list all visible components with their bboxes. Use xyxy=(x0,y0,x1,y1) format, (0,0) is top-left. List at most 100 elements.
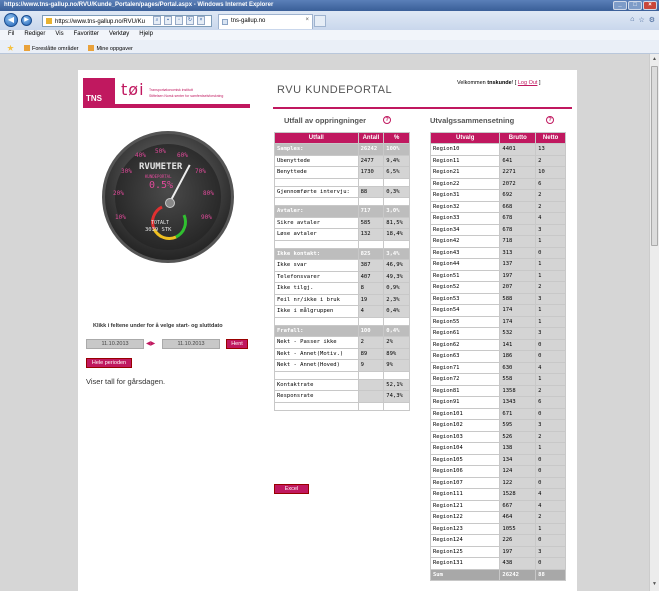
table-cell: Responsrate xyxy=(274,390,359,403)
table-cell: Kontaktrate xyxy=(274,378,359,391)
home-icon[interactable]: ⌂ xyxy=(630,16,634,24)
table-cell: 1358 xyxy=(499,384,537,397)
favorites-star-icon[interactable]: ☆ xyxy=(638,16,644,24)
table-cell: 174 xyxy=(499,304,537,317)
menu-favorites[interactable]: Favoritter xyxy=(74,31,99,40)
hele-perioden-button[interactable]: Hele perioden xyxy=(86,358,132,368)
help-icon[interactable]: ? xyxy=(546,116,554,124)
table-cell: 138 xyxy=(499,442,537,455)
favorites-star-icon[interactable] xyxy=(7,44,14,51)
table-row: Region52 207 2 xyxy=(429,281,566,294)
table-cell: 0 xyxy=(535,350,566,363)
window-titlebar: https://www.tns-gallup.no/RVU/Kunde_Port… xyxy=(0,0,659,11)
scroll-down-icon[interactable]: ▼ xyxy=(651,581,658,589)
address-text: https://www.tns-gallup.no/RVU/Ku xyxy=(55,19,145,25)
help-icon[interactable]: ? xyxy=(383,116,391,124)
forward-button[interactable]: ▶ xyxy=(21,15,32,26)
table-row: Nekt - Annet(Hoved) 9 9% xyxy=(274,359,410,372)
maximize-button[interactable]: □ xyxy=(628,1,642,10)
period-info: Viser tall for gårsdagen. xyxy=(86,377,166,386)
stop-icon[interactable]: × xyxy=(197,16,205,25)
table-cell: 197 xyxy=(499,269,537,282)
excel-export-button[interactable]: Excel xyxy=(274,484,309,494)
table-cell: Region21 xyxy=(429,166,501,179)
table-cell: 0,4% xyxy=(383,305,410,318)
table-cell: 2% xyxy=(383,336,410,349)
table-cell: 100% xyxy=(383,143,410,156)
gauge-tick: 70% xyxy=(195,168,206,175)
gauge-label: RVUMETER xyxy=(139,162,183,172)
table-row: Region33 678 4 xyxy=(429,212,566,225)
tab-tns-gallup[interactable]: tns-gallup.no × xyxy=(218,14,313,29)
table-cell: 89% xyxy=(383,347,410,360)
minimize-button[interactable]: _ xyxy=(613,1,627,10)
table-cell: Region107 xyxy=(429,476,501,489)
table-cell: 207 xyxy=(499,281,537,294)
utfall-table: Utfall Antall % Samples: 26242 100% Ubenytt… xyxy=(274,132,410,411)
menu-edit[interactable]: Rediger xyxy=(24,31,45,40)
date-to-input[interactable]: 11.10.2013 xyxy=(162,339,220,349)
menu-help[interactable]: Hjelp xyxy=(139,31,153,40)
table-cell: Feil nr/ikke i bruk xyxy=(274,293,359,306)
menu-tools[interactable]: Verktøy xyxy=(109,31,129,40)
table-row: Ikke tilgj. 8 0,9% xyxy=(274,282,410,295)
table-cell: Region121 xyxy=(429,499,501,512)
date-from-input[interactable]: 11.10.2013 xyxy=(86,339,144,349)
table-cell xyxy=(357,401,385,411)
table-cell: Benyttede xyxy=(274,166,359,179)
table-row: Region34 678 3 xyxy=(429,223,566,236)
table-row: Region71 630 4 xyxy=(429,361,566,374)
table-row: Region101 671 0 xyxy=(429,407,566,420)
menu-file[interactable]: Fil xyxy=(8,31,14,40)
gauge-tick: 30% xyxy=(121,168,132,175)
table-cell: 0,9% xyxy=(383,282,410,295)
table-cell: 0,4% xyxy=(383,324,410,337)
menu-bar: Fil Rediger Vis Favoritter Verktøy Hjelp xyxy=(0,30,659,40)
table-row: Region32 668 2 xyxy=(429,200,566,213)
hent-button[interactable]: Hent xyxy=(226,339,248,349)
new-tab-button[interactable] xyxy=(314,15,326,27)
table-row: Region104 138 1 xyxy=(429,442,566,455)
lock-status-icon[interactable]: ▪ xyxy=(164,16,172,25)
gauge-total-label: TOTALT xyxy=(151,220,170,226)
date-instruction: Klikk i feltene under for å velge start-… xyxy=(93,323,223,329)
table-row: Region125 197 3 xyxy=(429,545,566,558)
close-window-button[interactable]: × xyxy=(643,1,657,10)
content-area: TNS tøi Transportøkonomisk institutt Sti… xyxy=(0,54,649,591)
table-cell: 407 xyxy=(357,270,385,283)
menu-view[interactable]: Vis xyxy=(55,31,63,40)
table-row: Region91 1343 6 xyxy=(429,396,566,409)
table-cell: 1055 xyxy=(499,522,537,535)
table-row: Frafall: 100 0,4% xyxy=(274,324,410,337)
search-icon[interactable]: ⌕ xyxy=(153,16,161,25)
table-row: Gjennomførte intervju: 88 0,3% xyxy=(274,185,410,198)
suggested-sites-icon xyxy=(24,44,30,51)
vertical-scrollbar[interactable]: ▲ ▼ xyxy=(649,54,659,591)
scroll-up-icon[interactable]: ▲ xyxy=(651,56,658,64)
settings-gear-icon[interactable]: ⚙ xyxy=(649,16,655,24)
table-row: Nekt - Annet(Motiv.) 89 89% xyxy=(274,347,410,360)
table-cell: 4 xyxy=(357,305,385,318)
table-cell: 0 xyxy=(535,338,566,351)
table-cell: 0 xyxy=(535,407,566,420)
col-header: Utvalg xyxy=(429,132,501,144)
table-cell: Telefonsvarer xyxy=(274,270,359,283)
browser-right-icons: ⌂ ☆ ⚙ xyxy=(630,16,655,24)
table-cell: 1 xyxy=(535,315,566,328)
fav-suggested-sites[interactable]: Foreslåtte områder xyxy=(24,44,78,52)
compat-view-icon[interactable]: ▫ xyxy=(175,16,183,25)
table-cell: 1 xyxy=(535,522,566,535)
table-cell: 0 xyxy=(535,465,566,478)
logout-link[interactable]: Log Out xyxy=(518,80,538,86)
table-row: Region51 197 1 xyxy=(429,269,566,282)
close-tab-icon[interactable]: × xyxy=(305,17,309,23)
refresh-icon[interactable]: ↻ xyxy=(186,16,194,25)
fav-my-tasks[interactable]: Mine oppgaver xyxy=(88,44,133,52)
table-cell: 6 xyxy=(535,396,566,409)
scrollbar-thumb[interactable] xyxy=(651,66,658,246)
back-button[interactable]: ◀ xyxy=(4,13,18,27)
table-cell: 18,4% xyxy=(383,228,410,241)
table-cell: Region52 xyxy=(429,281,501,294)
table-row xyxy=(274,177,410,187)
table-cell: 2 xyxy=(535,189,566,202)
